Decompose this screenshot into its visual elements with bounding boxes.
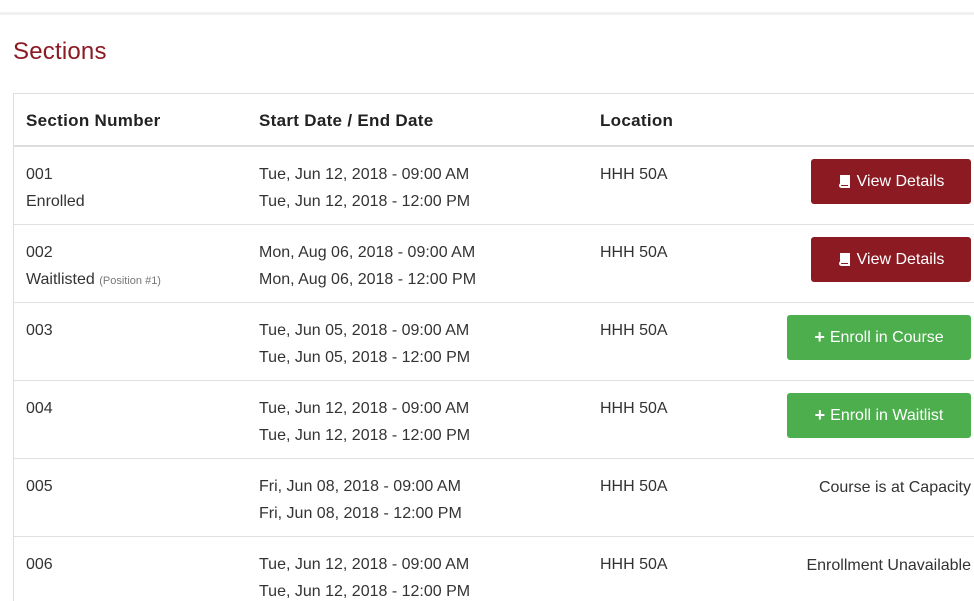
view-details-button[interactable]: View Details bbox=[811, 237, 971, 282]
section-cell: 006 bbox=[26, 551, 53, 578]
section-number: 006 bbox=[26, 556, 53, 573]
end-date: Tue, Jun 05, 2018 - 12:00 PM bbox=[259, 349, 471, 366]
section-number: 004 bbox=[26, 400, 53, 417]
view-details-button[interactable]: View Details bbox=[811, 159, 971, 204]
action-cell: + Enroll in Waitlist bbox=[787, 391, 971, 438]
view-details-label: View Details bbox=[856, 172, 945, 190]
plus-icon: + bbox=[814, 405, 826, 425]
sections-page: Sections Section Number Start Date / End… bbox=[0, 0, 974, 601]
enroll-in-course-button[interactable]: + Enroll in Course bbox=[787, 315, 971, 360]
header-dates: Start Date / End Date bbox=[259, 111, 434, 130]
end-date: Fri, Jun 08, 2018 - 12:00 PM bbox=[259, 505, 462, 522]
view-details-label: View Details bbox=[856, 250, 945, 268]
table-row: 001 Enrolled Tue, Jun 12, 2018 - 09:00 A… bbox=[14, 147, 974, 225]
location-cell: HHH 50A bbox=[600, 400, 668, 417]
start-date: Fri, Jun 08, 2018 - 09:00 AM bbox=[259, 478, 461, 495]
start-date: Tue, Jun 12, 2018 - 09:00 AM bbox=[259, 166, 470, 183]
dates-cell: Tue, Jun 12, 2018 - 09:00 AM Tue, Jun 12… bbox=[259, 161, 470, 215]
location-cell: HHH 50A bbox=[600, 556, 668, 573]
sections-table: Section Number Start Date / End Date Loc… bbox=[13, 93, 974, 601]
table-header-row: Section Number Start Date / End Date Loc… bbox=[14, 94, 974, 147]
unavailable-status: Enrollment Unavailable bbox=[806, 557, 971, 574]
action-cell: View Details bbox=[811, 235, 971, 282]
waitlist-position: (Position #1) bbox=[99, 275, 161, 287]
dates-cell: Mon, Aug 06, 2018 - 09:00 AM Mon, Aug 06… bbox=[259, 239, 476, 293]
start-date: Mon, Aug 06, 2018 - 09:00 AM bbox=[259, 244, 476, 261]
status-text: Waitlisted bbox=[26, 271, 95, 288]
section-number: 003 bbox=[26, 322, 53, 339]
section-status: Waitlisted (Position #1) bbox=[26, 266, 161, 295]
action-cell: Course is at Capacity bbox=[819, 469, 971, 501]
header-location: Location bbox=[600, 111, 674, 130]
location-cell: HHH 50A bbox=[600, 322, 668, 339]
table-row: 006 Tue, Jun 12, 2018 - 09:00 AM Tue, Ju… bbox=[14, 537, 974, 601]
section-cell: 002 Waitlisted (Position #1) bbox=[26, 239, 161, 295]
enroll-waitlist-label: Enroll in Waitlist bbox=[830, 406, 944, 424]
end-date: Tue, Jun 12, 2018 - 12:00 PM bbox=[259, 193, 471, 210]
location-cell: HHH 50A bbox=[600, 244, 668, 261]
action-cell: View Details bbox=[811, 157, 971, 204]
table-row: 003 Tue, Jun 05, 2018 - 09:00 AM Tue, Ju… bbox=[14, 303, 974, 381]
capacity-status: Course is at Capacity bbox=[818, 479, 971, 496]
end-date: Mon, Aug 06, 2018 - 12:00 PM bbox=[259, 271, 477, 288]
table-row: 004 Tue, Jun 12, 2018 - 09:00 AM Tue, Ju… bbox=[14, 381, 974, 459]
end-date: Tue, Jun 12, 2018 - 12:00 PM bbox=[259, 427, 471, 444]
section-cell: 005 bbox=[26, 473, 53, 500]
header-section-number: Section Number bbox=[26, 111, 161, 130]
book-icon bbox=[838, 174, 850, 188]
section-cell: 004 bbox=[26, 395, 53, 422]
start-date: Tue, Jun 05, 2018 - 09:00 AM bbox=[259, 322, 470, 339]
plus-icon: + bbox=[814, 327, 825, 347]
action-cell: Enrollment Unavailable bbox=[806, 547, 971, 579]
section-cell: 003 bbox=[26, 317, 53, 344]
dates-cell: Tue, Jun 12, 2018 - 09:00 AM Tue, Jun 12… bbox=[259, 551, 470, 601]
location-cell: HHH 50A bbox=[600, 478, 668, 495]
enroll-course-label: Enroll in Course bbox=[829, 328, 944, 346]
start-date: Tue, Jun 12, 2018 - 09:00 AM bbox=[259, 556, 470, 573]
section-number: 005 bbox=[26, 478, 53, 495]
table-row: 005 Fri, Jun 08, 2018 - 09:00 AM Fri, Ju… bbox=[14, 459, 974, 537]
dates-cell: Fri, Jun 08, 2018 - 09:00 AM Fri, Jun 08… bbox=[259, 473, 462, 527]
enroll-in-waitlist-button[interactable]: + Enroll in Waitlist bbox=[787, 393, 971, 438]
location-cell: HHH 50A bbox=[600, 166, 668, 183]
section-title: Sections bbox=[13, 38, 107, 65]
table-row: 002 Waitlisted (Position #1) Mon, Aug 06… bbox=[14, 225, 974, 303]
dates-cell: Tue, Jun 05, 2018 - 09:00 AM Tue, Jun 05… bbox=[259, 317, 470, 371]
top-divider bbox=[0, 12, 974, 15]
end-date: Tue, Jun 12, 2018 - 12:00 PM bbox=[259, 583, 471, 600]
dates-cell: Tue, Jun 12, 2018 - 09:00 AM Tue, Jun 12… bbox=[259, 395, 470, 449]
section-status: Enrolled bbox=[26, 188, 85, 215]
section-number: 002 bbox=[26, 244, 53, 261]
section-number: 001 bbox=[26, 166, 53, 183]
section-cell: 001 Enrolled bbox=[26, 161, 85, 215]
start-date: Tue, Jun 12, 2018 - 09:00 AM bbox=[259, 400, 470, 417]
status-text: Enrolled bbox=[26, 193, 85, 210]
action-cell: + Enroll in Course bbox=[787, 313, 971, 360]
book-icon bbox=[838, 252, 850, 266]
